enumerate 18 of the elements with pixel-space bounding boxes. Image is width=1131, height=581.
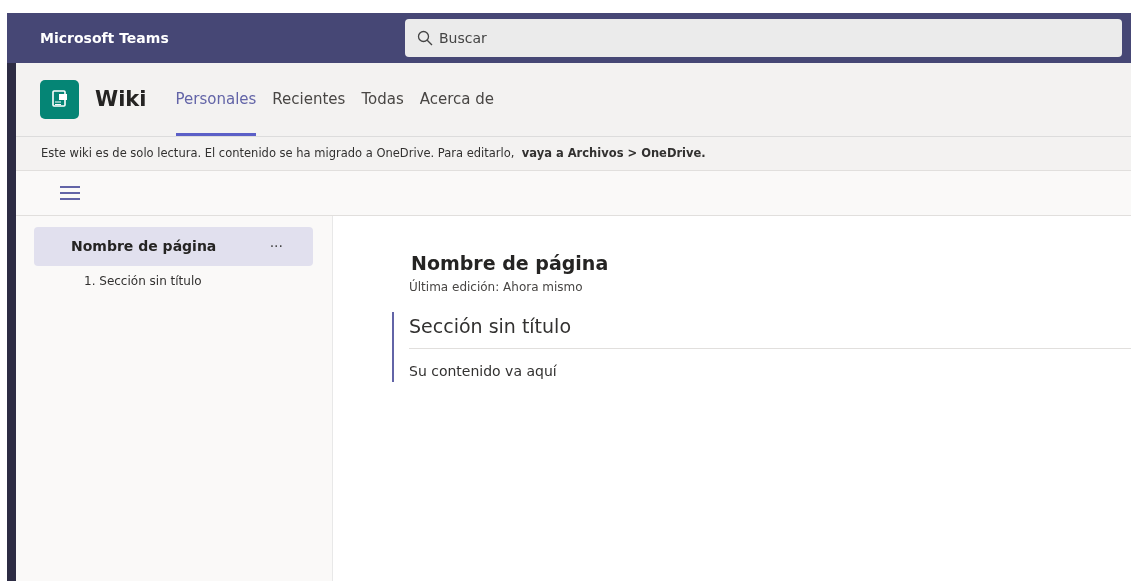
page-item[interactable]: Nombre de página ··· xyxy=(34,227,313,266)
section-heading: Sección sin título xyxy=(409,311,1131,349)
page-title: Nombre de página xyxy=(71,237,218,256)
menu-icon[interactable] xyxy=(60,186,80,200)
app-title: Microsoft Teams xyxy=(39,28,170,48)
wiki-app-icon xyxy=(40,80,79,119)
more-options[interactable]: ··· xyxy=(269,236,283,257)
section-item[interactable]: 1. Sección sin título xyxy=(82,272,204,290)
search-field[interactable]: Buscar xyxy=(405,19,1122,57)
tab[interactable]: Recientes xyxy=(272,63,346,136)
page-heading: Nombre de página xyxy=(410,251,610,276)
app-name: Wiki xyxy=(95,85,147,113)
last-edited-text: Última edición: Ahora mismo xyxy=(408,278,584,296)
tab[interactable]: Todas xyxy=(361,63,404,136)
search-icon xyxy=(417,30,433,46)
tab[interactable]: Acerca de xyxy=(419,63,494,136)
section-body: Su contenido va aquí xyxy=(409,362,558,381)
read-only-banner: Este wiki es de solo lectura. El contenido se ha migrado a OneDrive. Para editarlo, vaya a Archivos > OneDrive. xyxy=(16,137,1131,171)
